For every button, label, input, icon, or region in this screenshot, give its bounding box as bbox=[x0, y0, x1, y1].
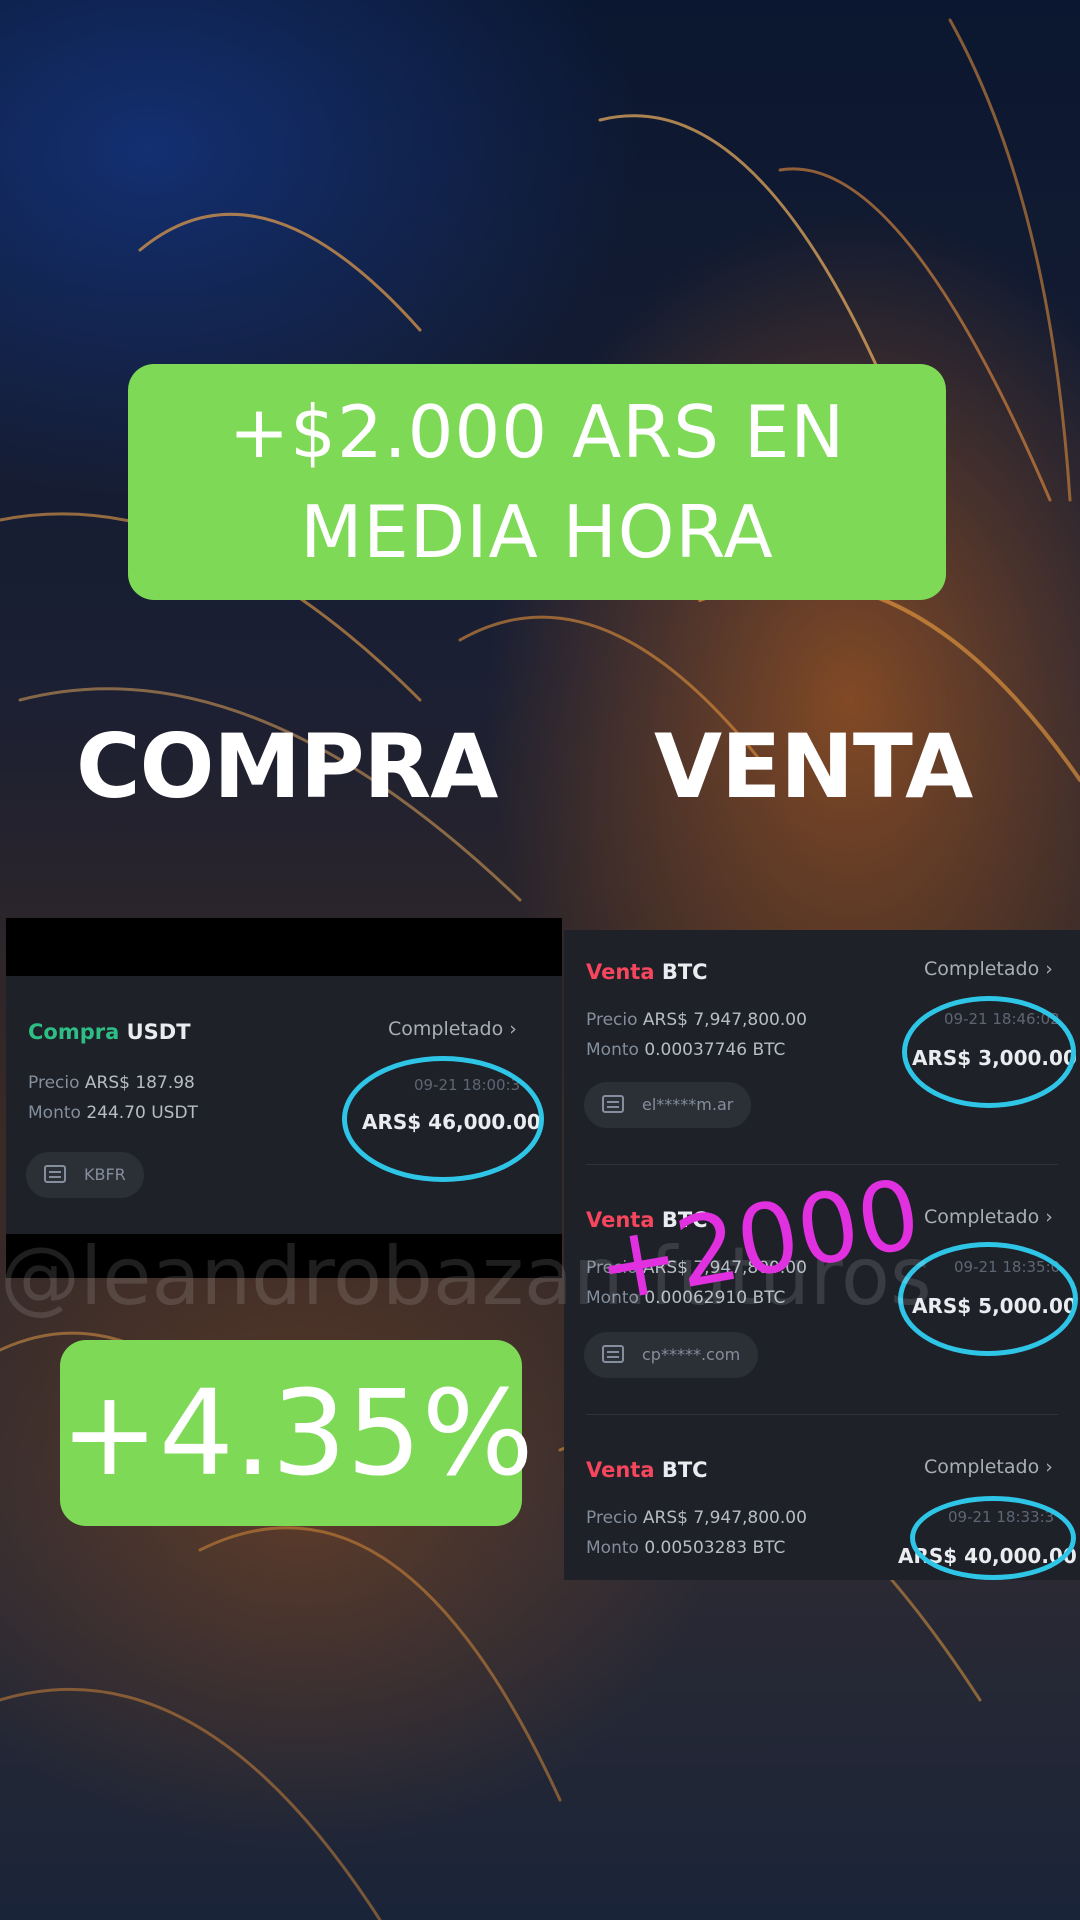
order-status[interactable]: Completado › bbox=[924, 1456, 1053, 1478]
chat-icon bbox=[602, 1345, 624, 1363]
chat-icon bbox=[602, 1095, 624, 1113]
order-status[interactable]: Completado › bbox=[924, 1206, 1053, 1228]
amount-label: Monto bbox=[28, 1103, 81, 1123]
profit-banner: +$2.000 ARS EN MEDIA HORA bbox=[128, 364, 946, 600]
divider bbox=[586, 1164, 1058, 1165]
highlight-circle bbox=[342, 1056, 544, 1182]
banner-line-2: MEDIA HORA bbox=[300, 490, 774, 574]
order-status[interactable]: Completado › bbox=[388, 1018, 517, 1040]
price-row: Precio ARS$ 187.98 bbox=[28, 1073, 195, 1093]
price-row: Precio ARS$ 7,947,800.00 bbox=[586, 1508, 807, 1528]
status-label: Completado bbox=[388, 1018, 504, 1040]
sell-heading: VENTA bbox=[654, 715, 973, 818]
counterparty-chip[interactable]: KBFR bbox=[26, 1152, 144, 1198]
buy-order-card[interactable]: Compra USDT Completado › Precio ARS$ 187… bbox=[6, 918, 562, 1278]
banner-line-1: +$2.000 ARS EN bbox=[228, 390, 846, 474]
order-asset: BTC bbox=[661, 960, 708, 984]
divider bbox=[586, 1414, 1058, 1415]
order-title: Venta BTC bbox=[586, 1458, 708, 1482]
amount-label: Monto bbox=[586, 1538, 639, 1558]
amount-row: Monto 244.70 USDT bbox=[28, 1103, 198, 1123]
status-label: Completado bbox=[924, 1456, 1040, 1478]
counterparty-name: el*****m.ar bbox=[642, 1095, 734, 1114]
chat-icon bbox=[44, 1165, 66, 1183]
amount-row: Monto 0.00503283 BTC bbox=[586, 1538, 785, 1558]
card-top-bar bbox=[6, 918, 562, 976]
price-label: Precio bbox=[586, 1508, 638, 1528]
price-row: Precio ARS$ 7,947,800.00 bbox=[586, 1010, 807, 1030]
amount-value: 244.70 USDT bbox=[86, 1103, 198, 1123]
chevron-right-icon: › bbox=[1045, 1456, 1053, 1478]
highlight-circle bbox=[910, 1496, 1076, 1580]
price-value: ARS$ 187.98 bbox=[84, 1073, 195, 1093]
chevron-right-icon: › bbox=[1045, 1206, 1053, 1228]
counterparty-chip[interactable]: cp*****.com bbox=[584, 1332, 759, 1378]
order-status[interactable]: Completado › bbox=[924, 958, 1053, 980]
order-side: Compra bbox=[28, 1020, 120, 1044]
buy-order-title: Compra USDT bbox=[28, 1020, 191, 1044]
counterparty-name: cp*****.com bbox=[642, 1345, 741, 1364]
status-label: Completado bbox=[924, 958, 1040, 980]
percent-badge: +4.35% bbox=[60, 1340, 534, 1526]
highlight-circle bbox=[902, 996, 1076, 1108]
chevron-right-icon: › bbox=[509, 1018, 517, 1040]
amount-value: 0.00037746 BTC bbox=[644, 1040, 786, 1060]
amount-row: Monto 0.00037746 BTC bbox=[586, 1040, 785, 1060]
counterparty-name: KBFR bbox=[84, 1165, 126, 1184]
order-side: Venta bbox=[586, 1458, 655, 1482]
chevron-right-icon: › bbox=[1045, 958, 1053, 980]
order-side: Venta bbox=[586, 960, 655, 984]
counterparty-chip[interactable]: el*****m.ar bbox=[584, 1082, 752, 1128]
order-asset: USDT bbox=[126, 1020, 191, 1044]
price-value: ARS$ 7,947,800.00 bbox=[642, 1010, 807, 1030]
status-label: Completado bbox=[924, 1206, 1040, 1228]
buy-heading: COMPRA bbox=[76, 715, 498, 818]
amount-value: 0.00503283 BTC bbox=[644, 1538, 786, 1558]
price-label: Precio bbox=[586, 1010, 638, 1030]
amount-label: Monto bbox=[586, 1040, 639, 1060]
price-value: ARS$ 7,947,800.00 bbox=[642, 1508, 807, 1528]
order-asset: BTC bbox=[661, 1458, 708, 1482]
order-title: Venta BTC bbox=[586, 960, 708, 984]
price-label: Precio bbox=[28, 1073, 80, 1093]
